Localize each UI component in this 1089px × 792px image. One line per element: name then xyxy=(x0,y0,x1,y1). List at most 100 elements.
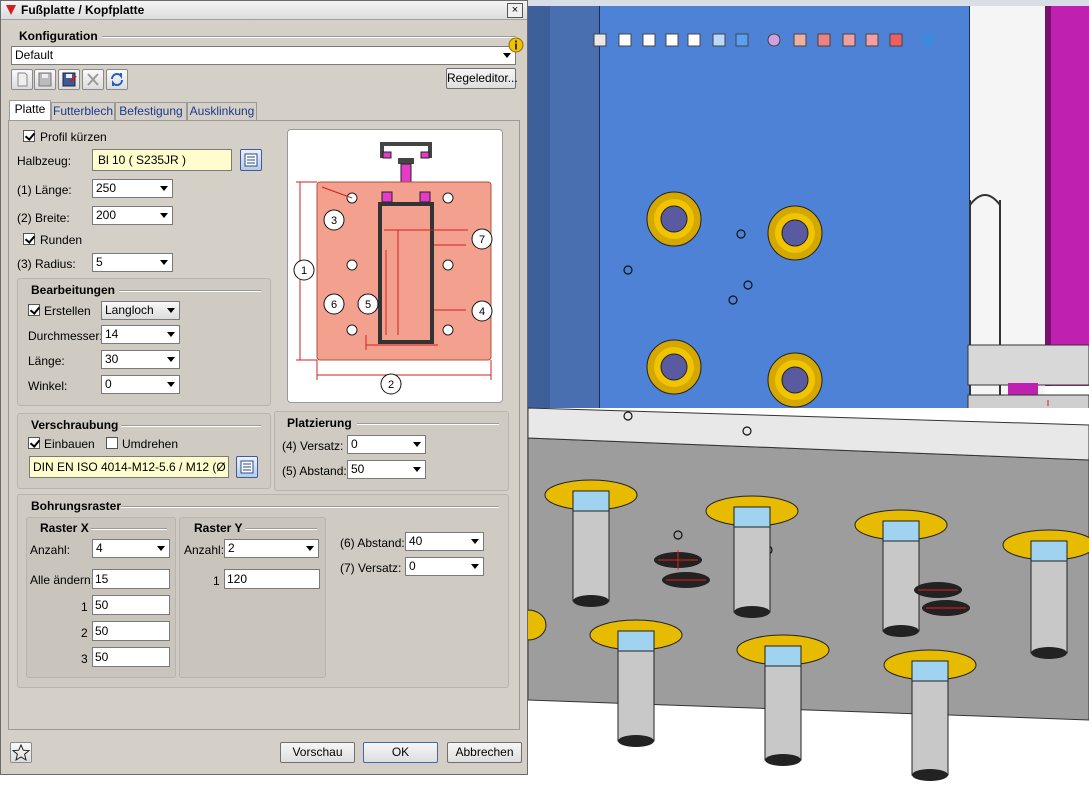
abstand-select[interactable]: 50 xyxy=(347,460,426,479)
halbzeug-label: Halbzeug: xyxy=(17,154,72,168)
abbrechen-button[interactable]: Abbrechen xyxy=(447,742,522,763)
view-iso-icon xyxy=(712,33,726,47)
raster-x-row-2-value: 50 xyxy=(95,624,109,638)
diagram-label-1: 1 xyxy=(301,265,307,277)
radius-select[interactable]: 5 xyxy=(92,253,173,272)
raster-x-anzahl-value: 4 xyxy=(96,541,103,555)
view-left-icon xyxy=(593,33,607,47)
vorschau-button[interactable]: Vorschau xyxy=(280,742,355,763)
view-iso2-icon xyxy=(735,33,749,47)
raster-y-anzahl-label: Anzahl: xyxy=(184,543,225,557)
catalog-icon xyxy=(244,153,258,167)
profil-kuerzen-label: Profil kürzen xyxy=(40,130,107,144)
ok-button[interactable]: OK xyxy=(363,742,438,763)
raster-y-anzahl-value: 2 xyxy=(228,541,235,555)
winkel-select[interactable]: 0 xyxy=(101,375,180,394)
favorite-button[interactable] xyxy=(10,742,32,763)
delete-icon xyxy=(87,73,99,86)
breite-select[interactable]: 200 xyxy=(92,206,173,225)
einbauen-checkbox[interactable] xyxy=(28,437,40,449)
raster-x-anzahl-label: Anzahl: xyxy=(30,543,71,557)
einbauen-label: Einbauen xyxy=(44,437,95,451)
verschraubung-title: Verschraubung xyxy=(31,418,119,432)
tab-platte[interactable]: Platte xyxy=(9,100,51,122)
raster-versatz-label: (7) Versatz: xyxy=(340,561,402,575)
star-icon xyxy=(11,743,31,762)
raster-x-row-1-value: 50 xyxy=(95,598,109,612)
versatz-select[interactable]: 0 xyxy=(347,435,426,454)
runden-checkbox[interactable] xyxy=(23,233,35,245)
render-red3-icon xyxy=(842,33,856,47)
radius-label: (3) Radius: xyxy=(17,257,76,271)
viewport-top-strip xyxy=(528,0,1089,6)
cad-scene[interactable] xyxy=(528,0,1089,792)
cad-viewport[interactable] xyxy=(528,0,1089,792)
tab-futterblech[interactable]: Futterblech xyxy=(51,102,115,121)
schraube-picker-button[interactable] xyxy=(236,456,258,478)
konfiguration-title: Konfiguration xyxy=(19,29,102,43)
raster-x-title: Raster X xyxy=(40,521,89,535)
raster-x-row-3-label: 3 xyxy=(81,652,88,666)
bohrungsraster-title: Bohrungsraster xyxy=(31,499,122,513)
schraube-field[interactable]: DIN EN ISO 4014-M12-5.6 / M12 (Ø 13 xyxy=(29,456,229,478)
laenge-value: 250 xyxy=(96,181,117,195)
app-icon xyxy=(6,5,16,15)
render-red2-icon xyxy=(817,33,831,47)
view-front-icon xyxy=(618,33,632,47)
bearb-laenge-value: 30 xyxy=(105,352,119,366)
runden-label: Runden xyxy=(40,233,83,247)
bearb-laenge-label: Länge: xyxy=(28,354,65,368)
plate-diagram: 1 2 3 4 5 6 7 xyxy=(287,129,503,403)
raster-abstand-select[interactable]: 40 xyxy=(405,532,484,551)
raster-x-row-1-field[interactable]: 50 xyxy=(92,595,170,615)
raster-y-anzahl-select[interactable]: 2 xyxy=(224,539,319,558)
profil-kuerzen-checkbox[interactable] xyxy=(23,130,35,142)
dialog-window: Fußplatte / Kopfplatte × Konfiguration D… xyxy=(0,0,528,775)
close-button[interactable]: × xyxy=(507,3,523,18)
umdrehen-label: Umdrehen xyxy=(122,437,179,451)
raster-y-row-1-field[interactable]: 120 xyxy=(224,569,320,589)
halbzeug-picker-button[interactable] xyxy=(240,149,262,171)
info-icon[interactable] xyxy=(508,37,524,53)
konfiguration-value: Default xyxy=(15,48,54,62)
plate-diagram-svg: 1 2 3 4 5 6 7 xyxy=(293,142,493,395)
raster-x-row-3-field[interactable]: 50 xyxy=(92,647,170,667)
raster-abstand-value: 40 xyxy=(409,534,423,548)
save-as-config-button[interactable] xyxy=(58,69,80,90)
konfiguration-select[interactable]: Default xyxy=(11,46,516,65)
laenge-select[interactable]: 250 xyxy=(92,179,173,198)
tab-ausklinkung[interactable]: Ausklinkung xyxy=(187,102,257,121)
tab-befestigung[interactable]: Befestigung xyxy=(115,102,187,121)
save-config-button[interactable] xyxy=(34,69,56,90)
raster-x-row-2-field[interactable]: 50 xyxy=(92,621,170,641)
raster-x-row-1-label: 1 xyxy=(81,600,88,614)
view-q2-icon xyxy=(687,33,701,47)
regeleditor-button[interactable]: Regeleditor... xyxy=(446,68,518,89)
alle-aendern-value: 15 xyxy=(95,572,109,586)
erstellen-label: Erstellen xyxy=(44,304,91,318)
render-red-icon xyxy=(793,33,807,47)
diagram-label-7: 7 xyxy=(479,234,485,246)
new-config-button[interactable] xyxy=(11,69,33,90)
raster-x-anzahl-select[interactable]: 4 xyxy=(92,539,170,558)
umdrehen-checkbox[interactable] xyxy=(106,437,118,449)
schraube-value: DIN EN ISO 4014-M12-5.6 / M12 (Ø 13 xyxy=(33,460,229,474)
raster-x-row-2-label: 2 xyxy=(81,626,88,640)
winkel-label: Winkel: xyxy=(28,379,68,393)
alle-aendern-field[interactable]: 15 xyxy=(92,569,170,589)
durchmesser-select[interactable]: 14 xyxy=(101,325,180,344)
dialog-title: Fußplatte / Kopfplatte xyxy=(21,3,145,17)
catalog-icon xyxy=(240,460,254,474)
diagram-label-2: 2 xyxy=(388,379,394,391)
erstellen-select[interactable]: Langloch xyxy=(101,301,180,320)
profile-head xyxy=(380,142,432,164)
raster-versatz-select[interactable]: 0 xyxy=(405,557,484,576)
versatz-value: 0 xyxy=(351,437,358,451)
refresh-config-button[interactable] xyxy=(106,69,128,90)
delete-config-button[interactable] xyxy=(82,69,104,90)
alle-aendern-label: Alle ändern: xyxy=(30,573,95,587)
view-top-icon xyxy=(642,33,656,47)
halbzeug-field[interactable]: Bl 10 ( S235JR ) xyxy=(92,149,232,171)
bearb-laenge-select[interactable]: 30 xyxy=(101,350,180,369)
erstellen-checkbox[interactable] xyxy=(28,304,40,316)
